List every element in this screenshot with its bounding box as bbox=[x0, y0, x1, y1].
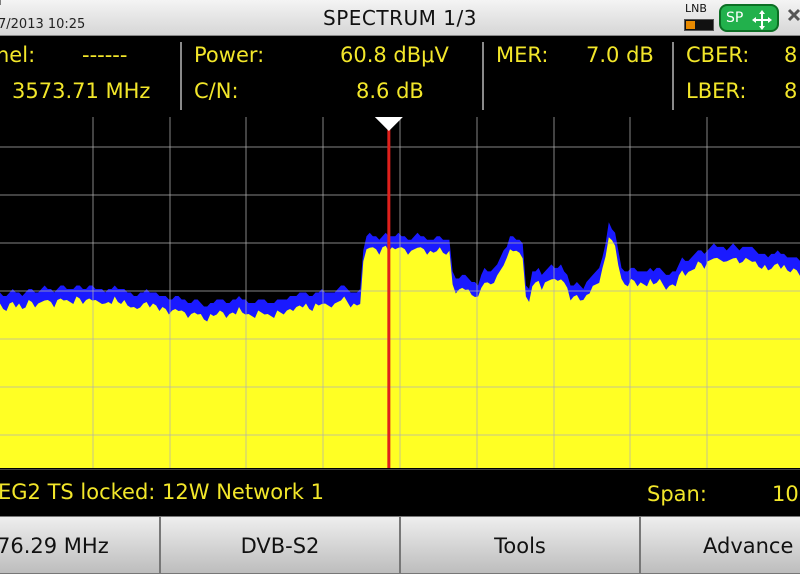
lnb-power-icon bbox=[684, 19, 714, 31]
divider bbox=[180, 42, 182, 110]
sp-label: SP bbox=[726, 10, 744, 26]
channel-value: ------ bbox=[82, 43, 128, 67]
cn-value: 8.6 dB bbox=[356, 79, 424, 103]
status-bar: EG2 TS locked: 12W Network 1 Span: 10 bbox=[0, 469, 800, 515]
close-icon[interactable] bbox=[786, 6, 800, 28]
advanced-softkey[interactable]: Advance bbox=[640, 516, 800, 574]
softkey-bar: 76.29 MHz DVB-S2 Tools Advance bbox=[0, 516, 800, 574]
lock-status: EG2 TS locked: 12W Network 1 bbox=[0, 480, 324, 504]
sp-mode-button[interactable]: SP bbox=[719, 4, 779, 32]
title-bar: I 7/2013 10:25 SPECTRUM 1/3 LNB SP bbox=[0, 0, 800, 36]
lber-value: 8 bbox=[784, 79, 798, 103]
cn-label: C/N: bbox=[194, 79, 239, 103]
power-label: Power: bbox=[194, 43, 265, 67]
divider bbox=[672, 42, 674, 110]
channel-label: nel: bbox=[0, 43, 36, 67]
marker-triangle-icon[interactable] bbox=[374, 117, 403, 131]
mer-value: 7.0 dB bbox=[586, 43, 654, 67]
move-arrows-icon bbox=[752, 10, 772, 30]
tools-softkey[interactable]: Tools bbox=[400, 516, 640, 574]
lnb-label: LNB bbox=[685, 2, 707, 15]
power-value: 60.8 dBμV bbox=[340, 43, 449, 67]
lnb-indicator: LNB bbox=[682, 2, 716, 34]
frequency-value: 3573.71 MHz bbox=[12, 79, 151, 103]
cber-label: CBER: bbox=[686, 43, 750, 67]
screen-title: SPECTRUM 1/3 bbox=[323, 6, 477, 30]
spectrum-plot[interactable] bbox=[0, 117, 800, 468]
frequency-softkey[interactable]: 76.29 MHz bbox=[0, 516, 160, 574]
lber-label: LBER: bbox=[686, 79, 747, 103]
span-value: 10 bbox=[772, 482, 799, 506]
mer-label: MER: bbox=[496, 43, 549, 67]
standard-softkey[interactable]: DVB-S2 bbox=[160, 516, 400, 574]
measurement-panel: nel: ------ 3573.71 MHz Power: 60.8 dBμV… bbox=[0, 37, 800, 117]
cber-value: 8 bbox=[784, 43, 798, 67]
divider bbox=[482, 42, 484, 110]
span-label: Span: bbox=[647, 482, 707, 506]
